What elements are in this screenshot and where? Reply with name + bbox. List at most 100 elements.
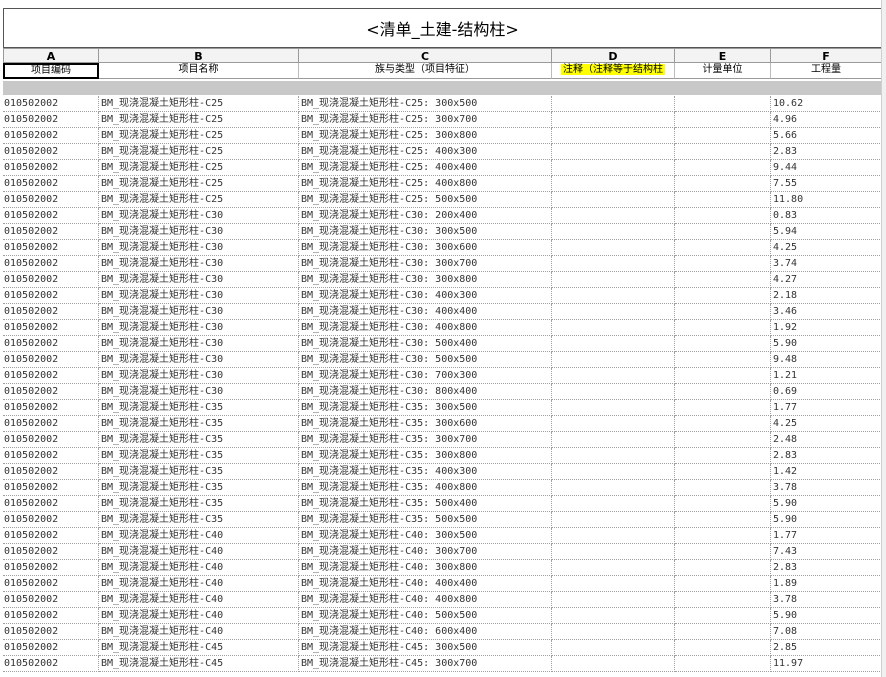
schedule-title[interactable]: <清单_土建-结构柱> <box>3 8 882 48</box>
cell-family-type[interactable]: BM_现浇混凝土矩形柱-C35: 300x500 <box>299 400 552 416</box>
cell-quantity[interactable]: 1.92 <box>771 320 882 336</box>
cell-unit[interactable] <box>675 352 771 368</box>
table-row[interactable]: 010502002 BM_现浇混凝土矩形柱-C30 BM_现浇混凝土矩形柱-C30:… <box>3 256 882 272</box>
cell-item-code[interactable]: 010502002 <box>3 608 99 624</box>
cell-item-name[interactable]: BM_现浇混凝土矩形柱-C25 <box>99 176 299 192</box>
cell-comments[interactable] <box>552 496 675 512</box>
cell-unit[interactable] <box>675 464 771 480</box>
cell-quantity[interactable]: 7.08 <box>771 624 882 640</box>
cell-unit[interactable] <box>675 384 771 400</box>
cell-item-code[interactable]: 010502002 <box>3 224 99 240</box>
cell-quantity[interactable]: 4.25 <box>771 240 882 256</box>
cell-unit[interactable] <box>675 544 771 560</box>
cell-item-code[interactable]: 010502002 <box>3 288 99 304</box>
cell-quantity[interactable]: 7.43 <box>771 544 882 560</box>
cell-comments[interactable] <box>552 384 675 400</box>
cell-item-code[interactable]: 010502002 <box>3 624 99 640</box>
header-item-name[interactable]: 项目名称 <box>99 63 299 79</box>
table-row[interactable]: 010502002 BM_现浇混凝土矩形柱-C25 BM_现浇混凝土矩形柱-C25:… <box>3 128 882 144</box>
cell-comments[interactable] <box>552 304 675 320</box>
cell-item-name[interactable]: BM_现浇混凝土矩形柱-C40 <box>99 624 299 640</box>
cell-comments[interactable] <box>552 272 675 288</box>
cell-family-type[interactable]: BM_现浇混凝土矩形柱-C40: 300x800 <box>299 560 552 576</box>
table-row[interactable]: 010502002 BM_现浇混凝土矩形柱-C30 BM_现浇混凝土矩形柱-C30:… <box>3 288 882 304</box>
table-row[interactable]: 010502002 BM_现浇混凝土矩形柱-C30 BM_现浇混凝土矩形柱-C30:… <box>3 224 882 240</box>
cell-item-name[interactable]: BM_现浇混凝土矩形柱-C35 <box>99 480 299 496</box>
cell-comments[interactable] <box>552 192 675 208</box>
cell-item-name[interactable]: BM_现浇混凝土矩形柱-C45 <box>99 640 299 656</box>
header-family-type[interactable]: 族与类型（项目特征） <box>299 63 552 79</box>
cell-quantity[interactable]: 5.90 <box>771 512 882 528</box>
cell-quantity[interactable]: 3.78 <box>771 480 882 496</box>
cell-family-type[interactable]: BM_现浇混凝土矩形柱-C35: 300x600 <box>299 416 552 432</box>
cell-quantity[interactable]: 2.85 <box>771 640 882 656</box>
column-letter-e[interactable]: E <box>675 48 771 63</box>
cell-comments[interactable] <box>552 320 675 336</box>
cell-item-name[interactable]: BM_现浇混凝土矩形柱-C35 <box>99 464 299 480</box>
cell-quantity[interactable]: 4.25 <box>771 416 882 432</box>
cell-unit[interactable] <box>675 624 771 640</box>
cell-family-type[interactable]: BM_现浇混凝土矩形柱-C30: 300x800 <box>299 272 552 288</box>
cell-comments[interactable] <box>552 176 675 192</box>
cell-quantity[interactable]: 2.18 <box>771 288 882 304</box>
cell-item-code[interactable]: 010502002 <box>3 304 99 320</box>
cell-unit[interactable] <box>675 432 771 448</box>
cell-unit[interactable] <box>675 368 771 384</box>
cell-comments[interactable] <box>552 368 675 384</box>
column-letter-c[interactable]: C <box>299 48 552 63</box>
cell-comments[interactable] <box>552 608 675 624</box>
cell-family-type[interactable]: BM_现浇混凝土矩形柱-C40: 600x400 <box>299 624 552 640</box>
cell-comments[interactable] <box>552 544 675 560</box>
cell-family-type[interactable]: BM_现浇混凝土矩形柱-C40: 400x400 <box>299 576 552 592</box>
cell-item-name[interactable]: BM_现浇混凝土矩形柱-C30 <box>99 208 299 224</box>
cell-item-code[interactable]: 010502002 <box>3 128 99 144</box>
cell-item-name[interactable]: BM_现浇混凝土矩形柱-C25 <box>99 160 299 176</box>
cell-unit[interactable] <box>675 480 771 496</box>
cell-family-type[interactable]: BM_现浇混凝土矩形柱-C30: 300x700 <box>299 256 552 272</box>
table-row[interactable]: 010502002 BM_现浇混凝土矩形柱-C30 BM_现浇混凝土矩形柱-C30:… <box>3 240 882 256</box>
cell-unit[interactable] <box>675 592 771 608</box>
column-letter-b[interactable]: B <box>99 48 299 63</box>
table-row[interactable]: 010502002 BM_现浇混凝土矩形柱-C35 BM_现浇混凝土矩形柱-C35:… <box>3 432 882 448</box>
cell-item-name[interactable]: BM_现浇混凝土矩形柱-C30 <box>99 384 299 400</box>
cell-comments[interactable] <box>552 512 675 528</box>
cell-quantity[interactable]: 11.80 <box>771 192 882 208</box>
cell-item-code[interactable]: 010502002 <box>3 240 99 256</box>
cell-comments[interactable] <box>552 464 675 480</box>
cell-item-name[interactable]: BM_现浇混凝土矩形柱-C35 <box>99 512 299 528</box>
cell-quantity[interactable]: 5.90 <box>771 336 882 352</box>
cell-item-code[interactable]: 010502002 <box>3 640 99 656</box>
cell-quantity[interactable]: 2.83 <box>771 144 882 160</box>
cell-unit[interactable] <box>675 576 771 592</box>
cell-quantity[interactable]: 3.74 <box>771 256 882 272</box>
cell-unit[interactable] <box>675 448 771 464</box>
cell-quantity[interactable]: 5.90 <box>771 496 882 512</box>
cell-item-name[interactable]: BM_现浇混凝土矩形柱-C25 <box>99 128 299 144</box>
table-row[interactable]: 010502002 BM_现浇混凝土矩形柱-C25 BM_现浇混凝土矩形柱-C25:… <box>3 192 882 208</box>
cell-family-type[interactable]: BM_现浇混凝土矩形柱-C25: 400x400 <box>299 160 552 176</box>
table-row[interactable]: 010502002 BM_现浇混凝土矩形柱-C35 BM_现浇混凝土矩形柱-C35:… <box>3 464 882 480</box>
cell-comments[interactable] <box>552 288 675 304</box>
cell-quantity[interactable]: 5.90 <box>771 608 882 624</box>
cell-item-code[interactable]: 010502002 <box>3 432 99 448</box>
cell-item-code[interactable]: 010502002 <box>3 384 99 400</box>
cell-item-name[interactable]: BM_现浇混凝土矩形柱-C30 <box>99 368 299 384</box>
table-row[interactable]: 010502002 BM_现浇混凝土矩形柱-C35 BM_现浇混凝土矩形柱-C35:… <box>3 496 882 512</box>
header-quantity[interactable]: 工程量 <box>771 63 882 79</box>
cell-item-name[interactable]: BM_现浇混凝土矩形柱-C35 <box>99 400 299 416</box>
cell-family-type[interactable]: BM_现浇混凝土矩形柱-C35: 500x500 <box>299 512 552 528</box>
cell-quantity[interactable]: 0.83 <box>771 208 882 224</box>
table-row[interactable]: 010502002 BM_现浇混凝土矩形柱-C25 BM_现浇混凝土矩形柱-C25:… <box>3 144 882 160</box>
header-comments[interactable]: 注释（注释等于结构柱 <box>552 63 675 79</box>
cell-family-type[interactable]: BM_现浇混凝土矩形柱-C30: 500x400 <box>299 336 552 352</box>
cell-item-code[interactable]: 010502002 <box>3 560 99 576</box>
vertical-scrollbar[interactable] <box>881 0 886 677</box>
cell-quantity[interactable]: 9.44 <box>771 160 882 176</box>
cell-item-code[interactable]: 010502002 <box>3 544 99 560</box>
cell-unit[interactable] <box>675 336 771 352</box>
cell-item-code[interactable]: 010502002 <box>3 256 99 272</box>
cell-unit[interactable] <box>675 288 771 304</box>
cell-unit[interactable] <box>675 304 771 320</box>
cell-item-code[interactable]: 010502002 <box>3 464 99 480</box>
cell-comments[interactable] <box>552 224 675 240</box>
